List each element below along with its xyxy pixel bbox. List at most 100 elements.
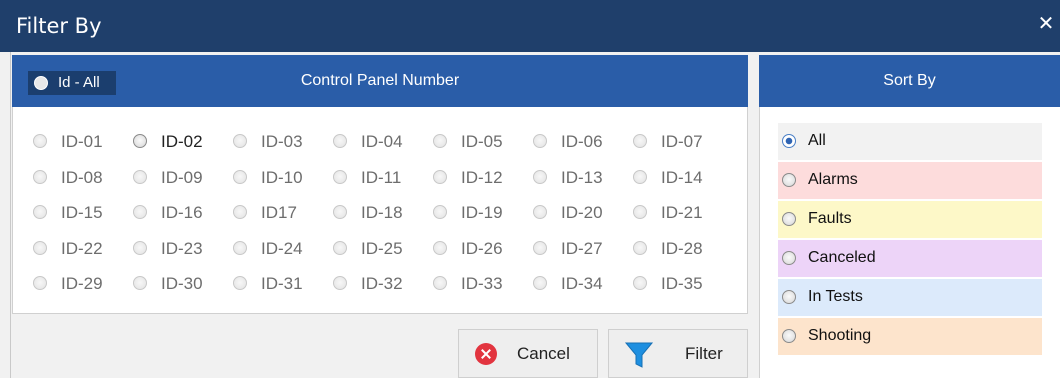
id-radio-button[interactable] [633, 240, 647, 255]
id-radio-item[interactable]: ID-26 [427, 234, 527, 269]
id-radio-button[interactable] [333, 240, 347, 255]
id-radio-label: ID-02 [161, 132, 203, 151]
id-radio-button[interactable] [33, 276, 47, 290]
id-radio-button[interactable] [133, 276, 147, 290]
id-radio-button[interactable] [233, 240, 247, 255]
id-radio-item[interactable]: ID-08 [27, 163, 127, 198]
id-radio-button[interactable] [433, 205, 447, 219]
id-radio-button[interactable] [433, 169, 447, 184]
id-radio-item[interactable]: ID-27 [527, 234, 627, 269]
id-radio-item[interactable]: ID-30 [127, 269, 227, 304]
sort-option-radio[interactable] [782, 290, 796, 304]
id-radio-button[interactable] [433, 134, 447, 148]
id-radio-item[interactable]: ID-11 [327, 163, 427, 198]
id-radio-item[interactable]: ID-04 [327, 127, 427, 162]
sort-option-faults[interactable]: Faults [778, 201, 1042, 238]
sort-option-all[interactable]: All [778, 123, 1042, 160]
sort-option-radio[interactable] [782, 173, 796, 187]
id-radio-button[interactable] [233, 134, 247, 148]
id-radio-button[interactable] [633, 205, 647, 219]
sort-option-canceled[interactable]: Canceled [778, 240, 1042, 277]
sort-option-radio[interactable] [782, 212, 796, 226]
id-radio-button[interactable] [33, 240, 47, 255]
id-radio-item[interactable]: ID-12 [427, 163, 527, 198]
id-radio-button[interactable] [333, 134, 347, 148]
id-radio-item[interactable]: ID-16 [127, 198, 227, 233]
id-all-radio[interactable]: Id - All [28, 71, 116, 95]
id-radio-item[interactable]: ID-03 [227, 127, 327, 162]
id-radio-item[interactable]: ID-22 [27, 234, 127, 269]
id-radio-item[interactable]: ID-13 [527, 163, 627, 198]
id-radio-item[interactable]: ID-21 [627, 198, 727, 233]
id-radio-label: ID-28 [661, 238, 703, 258]
sort-option-radio[interactable] [782, 134, 796, 148]
id-radio-item[interactable]: ID-34 [527, 269, 627, 304]
id-radio-item[interactable]: ID-33 [427, 269, 527, 304]
id-radio-item[interactable]: ID-19 [427, 198, 527, 233]
id-radio-button[interactable] [233, 205, 247, 219]
id-radio-button[interactable] [233, 276, 247, 290]
id-radio-label: ID-04 [361, 132, 403, 151]
id-radio-button[interactable] [433, 276, 447, 290]
id-radio-item[interactable]: ID-35 [627, 269, 727, 304]
id-radio-item[interactable]: ID-01 [27, 127, 127, 162]
id-radio-button[interactable] [333, 276, 347, 290]
id-radio-item[interactable]: ID-02 [127, 127, 227, 162]
sort-option-alarms[interactable]: Alarms [778, 162, 1042, 199]
sort-option-in-tests[interactable]: In Tests [778, 279, 1042, 316]
id-radio-button[interactable] [533, 169, 547, 184]
id-radio-item[interactable]: ID-20 [527, 198, 627, 233]
sort-option-radio[interactable] [782, 329, 796, 343]
id-radio-item[interactable]: ID-25 [327, 234, 427, 269]
id-radio-button[interactable] [33, 134, 47, 148]
id-radio-button[interactable] [533, 276, 547, 290]
id-radio-item[interactable]: ID-32 [327, 269, 427, 304]
id-radio-item[interactable]: ID-24 [227, 234, 327, 269]
id-radio-button[interactable] [633, 276, 647, 290]
id-radio-item[interactable]: ID-14 [627, 163, 727, 198]
id-radio-button[interactable] [33, 169, 47, 184]
id-radio-button[interactable] [33, 205, 47, 219]
id-radio-label: ID-18 [361, 203, 403, 222]
id-radio-item[interactable]: ID-09 [127, 163, 227, 198]
id-radio-button[interactable] [133, 240, 147, 255]
id-radio-item[interactable]: ID-29 [27, 269, 127, 304]
sort-option-shooting[interactable]: Shooting [778, 318, 1042, 355]
id-radio-label: ID-03 [261, 132, 303, 151]
id-radio-label: ID-20 [561, 203, 603, 222]
id-radio-button[interactable] [333, 169, 347, 184]
sort-option-label: In Tests [808, 288, 863, 305]
id-radio-label: ID-27 [561, 238, 603, 258]
sort-option-radio[interactable] [782, 251, 796, 265]
id-radio-item[interactable]: ID-15 [27, 198, 127, 233]
id-radio-button[interactable] [533, 134, 547, 148]
id-radio-label: ID-35 [661, 274, 703, 293]
id-radio-button[interactable] [633, 134, 647, 148]
id-radio-button[interactable] [433, 240, 447, 255]
id-radio-item[interactable]: ID-18 [327, 198, 427, 233]
id-radio-button[interactable] [233, 169, 247, 184]
id-radio-button[interactable] [533, 205, 547, 219]
id-radio-label: ID-01 [61, 132, 103, 151]
filter-button[interactable]: Filter [608, 329, 748, 378]
id-radio-label: ID-21 [661, 203, 703, 222]
id-radio-button[interactable] [633, 169, 647, 184]
id-radio-item[interactable]: ID-28 [627, 234, 727, 269]
id-radio-button[interactable] [133, 134, 147, 148]
id-radio-button[interactable] [133, 205, 147, 219]
control-panel-header: Control Panel Number Id - All [12, 55, 748, 107]
id-radio-item[interactable]: ID-06 [527, 127, 627, 162]
id-radio-item[interactable]: ID17 [227, 198, 327, 233]
id-radio-item[interactable]: ID-10 [227, 163, 327, 198]
id-radio-item[interactable]: ID-31 [227, 269, 327, 304]
id-radio-button[interactable] [533, 240, 547, 255]
id-radio-label: ID-32 [361, 274, 403, 293]
id-radio-item[interactable]: ID-05 [427, 127, 527, 162]
id-radio-button[interactable] [133, 169, 147, 184]
id-radio-item[interactable]: ID-23 [127, 234, 227, 269]
close-icon[interactable]: ✕ [1036, 14, 1056, 34]
id-radio-item[interactable]: ID-07 [627, 127, 727, 162]
id-radio-button[interactable] [333, 205, 347, 219]
id-all-radio-circle[interactable] [34, 76, 48, 90]
cancel-button[interactable]: Cancel [458, 329, 598, 378]
